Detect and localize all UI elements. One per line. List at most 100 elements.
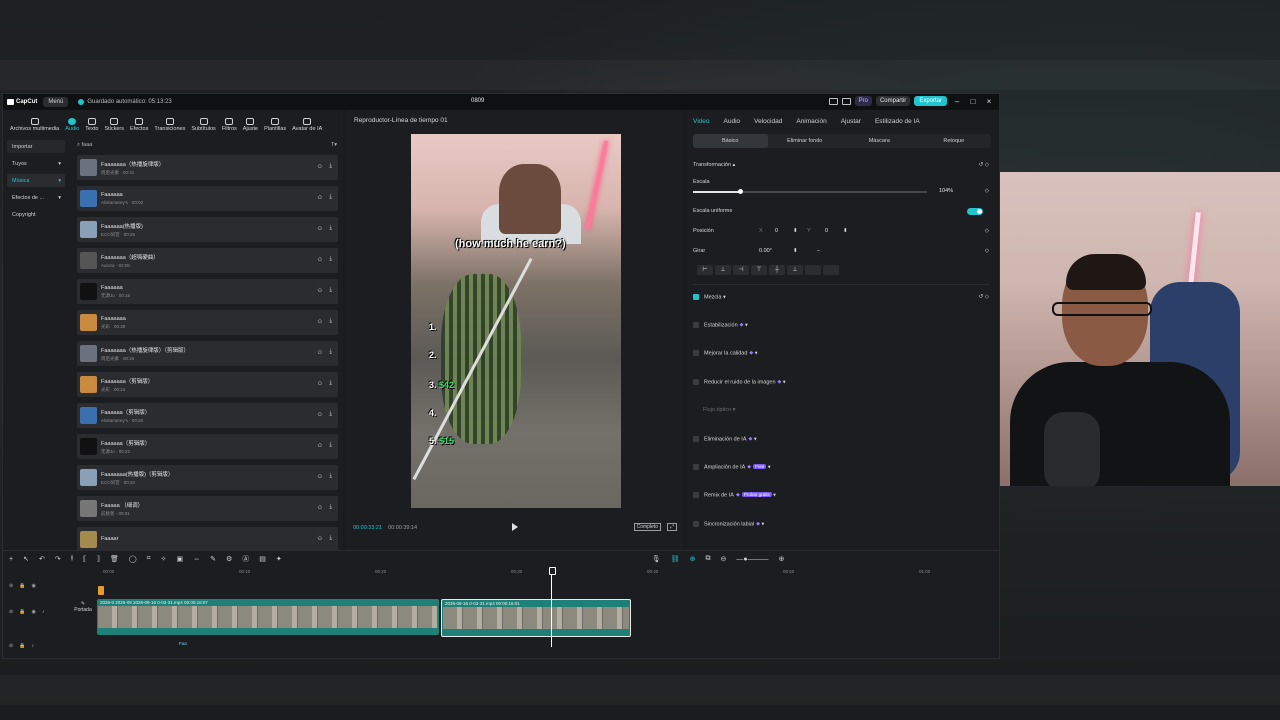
track-item[interactable]: Faaaaaa（剪辑版） Alokamerey's · 00:20 ✩ ⤓ bbox=[77, 403, 338, 428]
redo-icon[interactable]: ↷ bbox=[55, 555, 61, 563]
track-item[interactable]: Faaaaaa(热播版) ECO同音 · 00:25 ✩ ⤓ bbox=[77, 217, 338, 242]
download-icon[interactable]: ⤓ bbox=[329, 256, 332, 263]
video-clip[interactable]: 2026-0 2026-09 2026-09-16 0-03-31.mp4 00… bbox=[97, 599, 439, 635]
download-icon[interactable]: ⤓ bbox=[329, 411, 332, 418]
fit-icon[interactable]: ⇔ bbox=[193, 556, 200, 563]
category-efectos[interactable]: Efectos de ... ▾ bbox=[7, 191, 65, 204]
export-button[interactable]: Exportar bbox=[914, 96, 947, 106]
option-checkbox[interactable] bbox=[693, 350, 699, 356]
close-icon[interactable]: × bbox=[983, 97, 995, 106]
rotate-field[interactable]: 0.00° bbox=[759, 248, 772, 254]
ai-icon[interactable]: ✦ bbox=[276, 555, 282, 563]
align-extra2-icon[interactable] bbox=[823, 265, 839, 275]
zoom-slider[interactable]: —●——— bbox=[736, 556, 768, 563]
share-button[interactable]: Compartir bbox=[875, 96, 911, 106]
tool-tab-transitions[interactable]: Transiciones bbox=[151, 118, 188, 132]
tool-tab-effects[interactable]: Efectos bbox=[127, 118, 151, 132]
add-icon[interactable]: + bbox=[9, 556, 13, 563]
category-import[interactable]: Importar bbox=[7, 140, 65, 153]
option-checkbox[interactable] bbox=[693, 379, 699, 385]
crop-icon[interactable]: ⌗ bbox=[147, 555, 151, 563]
scale-slider-knob[interactable] bbox=[737, 189, 743, 194]
tab-audio[interactable]: Audio bbox=[724, 118, 741, 125]
uniform-scale-toggle[interactable] bbox=[967, 208, 983, 215]
track-item[interactable]: Faaaaaaa 光彩 · 00:30 ✩ ⤓ bbox=[77, 310, 338, 335]
tool-tab-text[interactable]: Texto bbox=[82, 118, 101, 132]
favorite-icon[interactable]: ✩ bbox=[317, 318, 322, 325]
playhead[interactable] bbox=[549, 567, 556, 647]
favorite-icon[interactable]: ✩ bbox=[317, 256, 322, 263]
favorite-icon[interactable]: ✩ bbox=[317, 194, 322, 201]
tool-tab-sticker[interactable]: Stickers bbox=[101, 118, 127, 132]
category-copyright[interactable]: Copyright bbox=[7, 208, 65, 221]
reset-icon[interactable]: ↺ ◇ bbox=[979, 162, 989, 168]
adjust-icon[interactable]: ⚙ bbox=[226, 555, 232, 563]
image-icon[interactable]: ▤ bbox=[259, 555, 266, 563]
download-icon[interactable]: ⤓ bbox=[329, 318, 332, 325]
option-checkbox[interactable] bbox=[693, 464, 699, 470]
split-right-icon[interactable]: ⟧ bbox=[96, 555, 99, 563]
tool-tab-templates[interactable]: Plantillas bbox=[261, 118, 289, 132]
subtab-basic[interactable]: Básico bbox=[693, 134, 768, 148]
pos-y-field[interactable]: 0 bbox=[825, 228, 828, 234]
minimize-icon[interactable]: – bbox=[951, 97, 963, 106]
category-musica[interactable]: Música ▾ bbox=[7, 174, 65, 187]
zoom-in-icon[interactable]: ⊕ bbox=[779, 555, 785, 563]
lock-icon[interactable]: ⊘ bbox=[9, 609, 13, 615]
favorite-icon[interactable]: ✩ bbox=[317, 535, 322, 542]
stepper-icon[interactable]: ⬍ bbox=[793, 228, 798, 234]
lock-icon[interactable]: 🔒 bbox=[19, 583, 25, 589]
fullscreen-icon[interactable]: ⤢ bbox=[666, 523, 677, 531]
category-tuyos[interactable]: Tuyos ▾ bbox=[7, 157, 65, 170]
search-input[interactable]: ⌕ faaa bbox=[77, 142, 92, 149]
subtab-retouch[interactable]: Retoque bbox=[917, 134, 992, 148]
subtab-remove-bg[interactable]: Eliminar fondo bbox=[768, 134, 843, 148]
align-middle-icon[interactable]: ┼ bbox=[769, 265, 785, 275]
tool-tab-filters[interactable]: Filtros bbox=[219, 118, 240, 132]
favorite-icon[interactable]: ✩ bbox=[317, 163, 322, 170]
track-item[interactable]: Faaaaaa 无源Jo · 00:15 ✩ ⤓ bbox=[77, 279, 338, 304]
eye-icon[interactable]: ◉ bbox=[31, 609, 35, 615]
lock-icon[interactable]: 🔒 bbox=[19, 609, 25, 615]
audio-icon[interactable]: ♪ bbox=[42, 609, 45, 615]
mask-icon[interactable]: ◯ bbox=[129, 555, 137, 563]
snapshot-icon[interactable]: ▣ bbox=[177, 555, 184, 563]
keyframe-icon[interactable]: ◇ bbox=[985, 188, 989, 194]
select-icon[interactable]: ↖ bbox=[23, 555, 29, 563]
eye-icon[interactable]: ◉ bbox=[31, 583, 35, 589]
download-icon[interactable]: ⤓ bbox=[329, 504, 332, 511]
tool-tab-ai-avatar[interactable]: Avatar de IA bbox=[289, 118, 325, 132]
lock-icon[interactable]: ⊘ bbox=[9, 583, 13, 589]
align-right-icon[interactable]: ⊣ bbox=[733, 265, 749, 275]
align-bottom-icon[interactable]: ⊥ bbox=[787, 265, 803, 275]
lock-icon[interactable]: 🔒 bbox=[19, 643, 25, 649]
favorite-icon[interactable]: ✩ bbox=[317, 504, 322, 511]
video-clip-selected[interactable]: 2026-09-16 0-03-31.mp4 00:00:16:01 bbox=[441, 599, 631, 637]
tool-tab-audio[interactable]: Audio bbox=[62, 118, 82, 132]
shortcut-icon[interactable] bbox=[841, 97, 851, 105]
align-extra-icon[interactable] bbox=[805, 265, 821, 275]
track-item[interactable]: Faaaaa （细调） 前桃爸 · 00:31 ✩ ⤓ bbox=[77, 496, 338, 521]
draw-icon[interactable]: ✎ bbox=[210, 555, 216, 563]
align-left-icon[interactable]: ⊢ bbox=[697, 265, 713, 275]
download-icon[interactable]: ⤓ bbox=[329, 287, 332, 294]
flip-button[interactable]: – bbox=[817, 248, 820, 254]
marker-strip[interactable] bbox=[98, 586, 104, 595]
option-checkbox[interactable] bbox=[693, 521, 699, 527]
menu-button[interactable]: Menú bbox=[43, 97, 69, 107]
filter-button[interactable]: T▾ bbox=[331, 142, 337, 148]
track-item[interactable]: Faaaar ✩ ⤓ bbox=[77, 527, 338, 552]
scale-slider[interactable] bbox=[693, 189, 927, 194]
download-icon[interactable]: ⤓ bbox=[329, 535, 332, 542]
option-checkbox[interactable] bbox=[693, 322, 699, 328]
track-item[interactable]: Faaaaaa Alokamerey's · 00:02 ✩ ⤓ bbox=[77, 186, 338, 211]
layout-icon[interactable] bbox=[828, 97, 838, 105]
keyframe-icon[interactable]: ◇ bbox=[985, 248, 989, 254]
tool-tab-media[interactable]: Archivos multimedia bbox=[7, 118, 62, 132]
text-icon[interactable]: Ⓐ bbox=[242, 554, 249, 564]
audio-icon[interactable]: ♪ bbox=[31, 643, 34, 649]
favorite-icon[interactable]: ✩ bbox=[317, 380, 322, 387]
track-item[interactable]: Faaaaaa（剪辑版） 无源Jo · 00:22 ✩ ⤓ bbox=[77, 434, 338, 459]
pro-button[interactable]: Pro bbox=[854, 96, 872, 106]
download-icon[interactable]: ⤓ bbox=[329, 194, 332, 201]
